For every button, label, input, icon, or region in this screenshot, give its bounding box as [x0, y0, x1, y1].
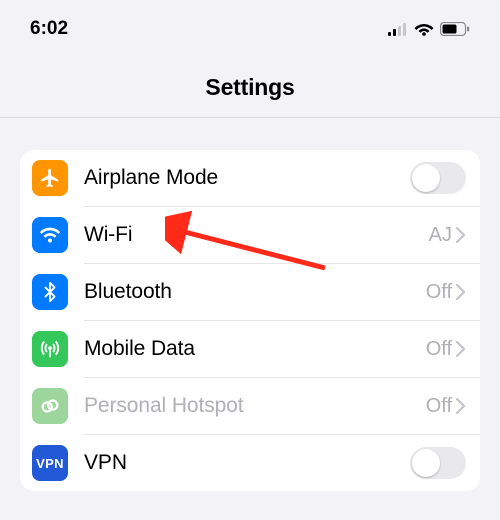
- antenna-icon: [32, 331, 68, 367]
- row-label: Wi-Fi: [84, 223, 429, 247]
- status-time: 6:02: [30, 18, 68, 40]
- row-personal-hotspot[interactable]: Personal Hotspot Off: [20, 378, 480, 434]
- airplane-icon: [32, 160, 68, 196]
- row-vpn[interactable]: VPN VPN: [20, 435, 480, 491]
- row-value: Off: [426, 395, 452, 418]
- row-label: Personal Hotspot: [84, 394, 426, 418]
- row-airplane-mode[interactable]: Airplane Mode: [20, 150, 480, 206]
- row-value: Off: [426, 338, 452, 361]
- row-label: Bluetooth: [84, 280, 426, 304]
- page-title: Settings: [0, 74, 500, 101]
- status-indicators: [388, 22, 470, 36]
- row-mobile-data[interactable]: Mobile Data Off: [20, 321, 480, 377]
- row-label: VPN: [84, 451, 410, 475]
- row-label: Mobile Data: [84, 337, 426, 361]
- battery-icon: [440, 22, 470, 36]
- hotspot-icon: [32, 388, 68, 424]
- status-bar: 6:02: [0, 0, 500, 46]
- cellular-icon: [388, 23, 408, 36]
- page-header: Settings: [0, 46, 500, 118]
- airplane-toggle[interactable]: [410, 162, 466, 194]
- chevron-right-icon: [456, 341, 466, 357]
- row-value: AJ: [429, 224, 452, 247]
- row-label: Airplane Mode: [84, 166, 410, 190]
- row-bluetooth[interactable]: Bluetooth Off: [20, 264, 480, 320]
- bluetooth-icon: [32, 274, 68, 310]
- chevron-right-icon: [456, 227, 466, 243]
- wifi-icon: [32, 217, 68, 253]
- wifi-status-icon: [414, 22, 434, 36]
- row-value: Off: [426, 281, 452, 304]
- vpn-icon: VPN: [32, 445, 68, 481]
- chevron-right-icon: [456, 398, 466, 414]
- settings-list: Airplane Mode Wi-Fi AJ Bluetooth Off: [20, 150, 480, 491]
- vpn-toggle[interactable]: [410, 447, 466, 479]
- row-wifi[interactable]: Wi-Fi AJ: [20, 207, 480, 263]
- chevron-right-icon: [456, 284, 466, 300]
